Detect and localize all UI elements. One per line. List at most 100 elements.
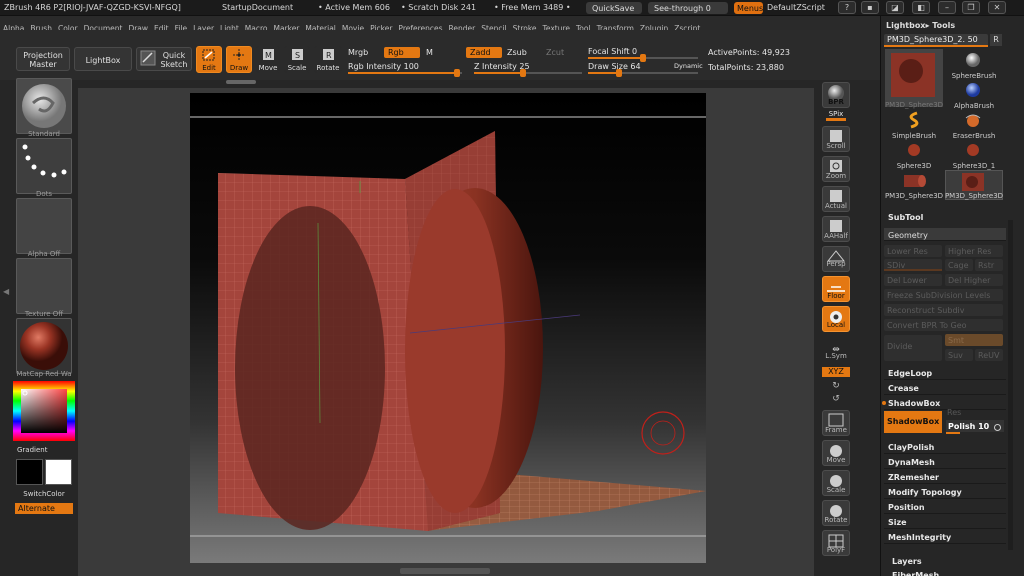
canvas-scroll-handle[interactable] (400, 568, 490, 574)
shadowbox-button[interactable]: ShadowBox (884, 411, 942, 433)
quicksave-button[interactable]: QuickSave (586, 2, 642, 14)
cage-button[interactable]: Cage (945, 259, 973, 271)
material-thumbnail[interactable] (16, 318, 72, 374)
rstr-button[interactable]: Rstr (975, 259, 1003, 271)
texture-thumbnail[interactable] (16, 258, 72, 314)
tool-label-0: PM3D_Sphere3D (884, 101, 944, 109)
menus-button[interactable]: Menus (734, 2, 763, 14)
subtool-section[interactable]: SubTool (884, 210, 1006, 224)
spix-label[interactable]: SPix (818, 110, 854, 118)
tool-thumb-pm3d-main[interactable] (885, 49, 943, 107)
alpha-thumbnail[interactable] (16, 198, 72, 254)
gradient-label[interactable]: Gradient (17, 446, 77, 454)
texture-label: Texture Off (24, 310, 64, 318)
polish-slider[interactable]: Polish 10 (948, 423, 989, 431)
convert-bpr-button[interactable]: Convert BPR To Geo (884, 319, 1003, 331)
polyf-label: PolyF (826, 546, 846, 554)
del-higher-button[interactable]: Del Higher (945, 274, 1003, 286)
reconstruct-subdiv-button[interactable]: Reconstruct Subdiv (884, 304, 1003, 316)
switch-color-button[interactable]: SwitchColor (14, 490, 74, 498)
dock-icon[interactable]: ◧ (912, 1, 930, 14)
modify-topology-section[interactable]: Modify Topology (884, 485, 1006, 499)
rotate-icon: R (323, 49, 334, 60)
default-zscript-button[interactable]: DefaultZScript (767, 4, 825, 12)
higher-res-button[interactable]: Higher Res (945, 245, 1003, 257)
layers-section[interactable]: Layers (888, 554, 1010, 568)
tool-thumb-alphabrush[interactable] (962, 80, 984, 100)
meshintegrity-section[interactable]: MeshIntegrity (884, 530, 1006, 544)
viewport-canvas[interactable] (190, 93, 706, 563)
brush-thumbnail[interactable] (16, 78, 72, 134)
lightbox-tools-header[interactable]: Lightbox▸ Tools (886, 22, 955, 30)
help-icon[interactable]: ? (838, 1, 856, 14)
quick-sketch-icon (140, 50, 156, 66)
xyz-toggle[interactable]: XYZ (822, 367, 850, 377)
z-intensity-slider[interactable] (474, 69, 582, 77)
crease-section[interactable]: Crease (884, 381, 1006, 395)
divide-button[interactable]: Divide (884, 335, 942, 361)
dynamesh-section[interactable]: DynaMesh (884, 455, 1006, 469)
primary-color-swatch[interactable] (16, 459, 43, 485)
stroke-thumbnail[interactable] (16, 138, 72, 194)
tool-label-4: EraserBrush (952, 132, 996, 140)
zadd-toggle[interactable]: Zadd (466, 47, 502, 58)
claypolish-section[interactable]: ClayPolish (884, 440, 1006, 454)
mrgb-toggle[interactable]: Mrgb (348, 48, 368, 57)
swatch-icon[interactable]: ◪ (886, 1, 904, 14)
lsym-label[interactable]: L.Sym (818, 352, 854, 360)
3d-scene (190, 116, 706, 537)
free-mem: • Free Mem 3489 • (494, 3, 571, 12)
zremesher-section[interactable]: ZRemesher (884, 470, 1006, 484)
smt-toggle[interactable]: Smt (945, 334, 1003, 346)
shadowbox-section[interactable]: ShadowBox (884, 396, 1006, 410)
tool-thumb-spherebrush[interactable] (962, 50, 984, 70)
tool-r-button[interactable]: R (990, 34, 1002, 46)
rotate-z-icon[interactable]: ↺ (818, 394, 854, 404)
lower-res-button[interactable]: Lower Res (884, 245, 942, 257)
focal-shift-slider[interactable] (588, 54, 698, 62)
persp-button[interactable] (822, 246, 850, 272)
palette-scrollbar[interactable] (1008, 220, 1013, 550)
zcut-toggle[interactable]: Zcut (546, 48, 564, 57)
lightbox-button[interactable]: LightBox (74, 47, 132, 71)
standard-brush-icon (22, 84, 66, 128)
tool-thumb-simplebrush[interactable] (903, 110, 925, 130)
rgb-toggle[interactable]: Rgb (384, 47, 420, 58)
minimize-icon[interactable]: – (938, 1, 956, 14)
scratch-disk: • Scratch Disk 241 (401, 3, 477, 12)
tool-thumb-sphere3d[interactable] (903, 140, 925, 160)
close-icon[interactable]: ✕ (988, 1, 1006, 14)
suv-toggle[interactable]: Suv (945, 349, 973, 361)
m-toggle[interactable]: M (426, 48, 433, 57)
toolbar-scroll-handle[interactable] (226, 80, 256, 84)
scale-icon: S (292, 49, 303, 60)
reuv-toggle[interactable]: ReUV (975, 349, 1003, 361)
del-lower-button[interactable]: Del Lower (884, 274, 942, 286)
spix-slider[interactable] (826, 118, 846, 121)
tool-thumb-pm3d-cylinder[interactable] (900, 170, 928, 190)
edgeloop-section[interactable]: EdgeLoop (884, 366, 1006, 380)
draw-size-slider[interactable] (588, 69, 698, 77)
see-through-slider[interactable]: See-through 0 (648, 2, 728, 14)
size-section[interactable]: Size (884, 515, 1006, 529)
freeze-subdiv-button[interactable]: Freeze SubDivision Levels (884, 289, 1003, 301)
secondary-color-swatch[interactable] (45, 459, 72, 485)
polish-circle-icon[interactable] (994, 424, 1001, 431)
restore-icon[interactable]: ❐ (962, 1, 980, 14)
fibermesh-section[interactable]: FiberMesh (888, 568, 1010, 576)
rotate-y-icon[interactable]: ↻ (818, 381, 854, 391)
tool-label-1: SphereBrush (951, 72, 997, 80)
left-tray-arrow-icon[interactable]: ◀ (3, 288, 9, 296)
tool-thumb-eraserbrush[interactable] (962, 110, 984, 130)
alternate-toggle[interactable]: Alternate (15, 503, 73, 514)
dynamic-toggle[interactable]: Dynamic (674, 62, 703, 70)
position-section[interactable]: Position (884, 500, 1006, 514)
geometry-section[interactable]: Geometry (884, 228, 1006, 241)
color-picker[interactable] (13, 381, 75, 441)
layout-icon[interactable]: ▪ (861, 1, 879, 14)
projection-master-button[interactable]: Projection Master (16, 47, 70, 71)
rgb-intensity-slider[interactable] (348, 69, 462, 77)
tool-thumb-sphere3d-1[interactable] (962, 140, 984, 160)
disk-shadow (235, 206, 385, 530)
zsub-toggle[interactable]: Zsub (507, 48, 527, 57)
